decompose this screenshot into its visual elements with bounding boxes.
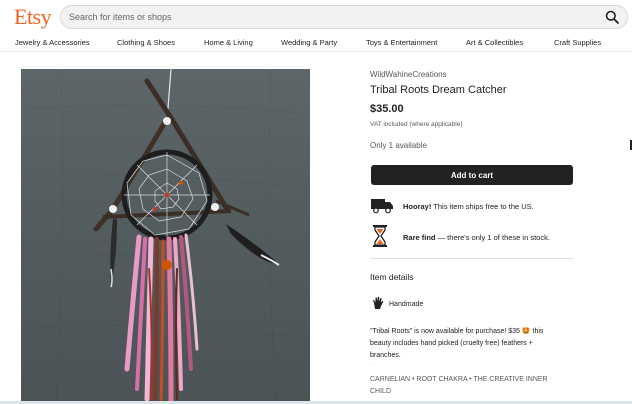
hourglass-icon <box>373 225 387 247</box>
description-line: “Tribal Roots” is now available for purc… <box>370 328 544 335</box>
item-tags: CARNELIAN • ROOT CHAKRA • THE CREATIVE I… <box>370 374 575 398</box>
tags-line: CARNELIAN • ROOT CHAKRA • THE CREATIVE I… <box>370 376 548 383</box>
handmade-label: Handmade <box>389 301 424 308</box>
truck-icon <box>371 199 393 214</box>
rare-bold: Rare find <box>403 233 436 242</box>
shipping-bold: Hooray! <box>403 202 432 211</box>
category-wedding[interactable]: Wedding & Party <box>281 38 337 47</box>
item-details-heading: Item details <box>370 272 414 282</box>
description-dot: . <box>370 361 372 367</box>
etsy-logo[interactable]: Etsy <box>14 4 52 30</box>
tags-line: CHILD <box>370 388 392 395</box>
stock-status: Only 1 available <box>370 141 427 150</box>
dream-catcher-illustration <box>21 69 310 404</box>
section-divider <box>370 258 573 259</box>
rare-text: — there's only 1 of these in stock. <box>435 233 550 242</box>
add-to-cart-button[interactable]: Add to cart <box>371 165 573 185</box>
search-bar[interactable] <box>60 5 628 29</box>
category-toys[interactable]: Toys & Entertainment <box>366 38 437 47</box>
item-description: “Tribal Roots” is now available for purc… <box>370 326 580 362</box>
category-art[interactable]: Art & Collectibles <box>466 38 523 47</box>
price: $35.00 <box>370 103 404 115</box>
description-line: beauty includes hand picked (cruelty fre… <box>370 340 533 347</box>
vat-note: VAT included (where applicable) <box>370 121 463 128</box>
category-jewelry[interactable]: Jewelry & Accessories <box>15 38 90 47</box>
shop-name-link[interactable]: WildWahineCreations <box>370 70 447 79</box>
category-nav: Jewelry & Accessories Clothing & Shoes H… <box>0 36 632 52</box>
listing-title: Tribal Roots Dream Catcher <box>370 84 507 96</box>
product-image[interactable] <box>21 69 310 404</box>
shipping-text: This item ships free to the US. <box>431 202 534 211</box>
hand-icon <box>373 296 384 309</box>
description-line: branches. <box>370 352 401 359</box>
category-home[interactable]: Home & Living <box>204 38 253 47</box>
category-clothing[interactable]: Clothing & Shoes <box>117 38 175 47</box>
search-input[interactable] <box>69 6 589 28</box>
header: Etsy <box>0 0 632 34</box>
search-icon[interactable] <box>605 10 619 24</box>
category-craft[interactable]: Craft Supplies <box>554 38 601 47</box>
